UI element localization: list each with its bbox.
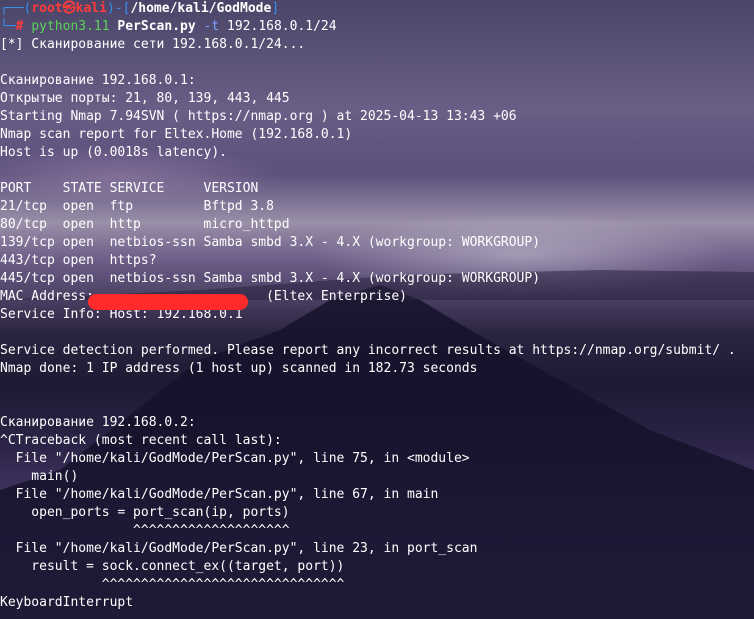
prompt-line-2: └─# python3.11 PerScan.py -t 192.168.0.1… <box>0 18 754 36</box>
output-line: ^CTraceback (most recent call last): <box>0 433 282 448</box>
output-line: ^^^^^^^^^^^^^^^^^^^^ <box>0 523 290 538</box>
prompt-path: /home/kali/GodMode <box>130 1 272 16</box>
prompt-user: root <box>31 1 63 16</box>
output-line: ^^^^^^^^^^^^^^^^^^^^^^^^^^^^^^^ <box>0 577 345 592</box>
output-line: Nmap done: 1 IP address (1 host up) scan… <box>0 361 478 376</box>
prompt-at-symbol: ㉿ <box>62 1 76 16</box>
output-line: File "/home/kali/GodMode/PerScan.py", li… <box>0 451 470 466</box>
output-line: Host is up (0.0018s latency). <box>0 145 227 160</box>
output-line: Starting Nmap 7.94SVN ( https://nmap.org… <box>0 109 517 124</box>
redaction-mark <box>88 294 248 310</box>
output-line: Service detection performed. Please repo… <box>0 343 736 358</box>
prompt-frame-close: ] <box>271 1 280 16</box>
output-line: Сканирование 192.168.0.1: <box>0 73 196 88</box>
output-line: File "/home/kali/GodMode/PerScan.py", li… <box>0 487 439 502</box>
output-line: Открытые порты: 21, 80, 139, 443, 445 <box>0 91 290 106</box>
command-space <box>196 19 204 34</box>
prompt-corner: └─ <box>0 19 16 34</box>
output-line: 21/tcp open ftp Bftpd 3.8 <box>0 199 274 214</box>
command-script: PerScan.py <box>117 19 196 34</box>
output-line: File "/home/kali/GodMode/PerScan.py", li… <box>0 541 478 556</box>
output-line: result = sock.connect_ex((target, port)) <box>0 559 345 574</box>
output-line: KeyboardInterrupt <box>0 595 134 610</box>
output-line: PORT STATE SERVICE VERSION <box>0 181 259 196</box>
output-line: Сканирование 192.168.0.2: <box>0 415 196 430</box>
prompt-frame-mid: )-[ <box>106 1 131 16</box>
output-line: 445/tcp open netbios-ssn Samba smbd 3.X … <box>0 271 541 286</box>
prompt-line-1: ┌──(root㉿kali)-[/home/kali/GodMode] <box>0 0 754 18</box>
output-line: [*] Сканирование сети 192.168.0.1/24... <box>0 37 306 52</box>
output-line: 443/tcp open https? <box>0 253 157 268</box>
prompt-host: kali <box>75 1 107 16</box>
output-line: open_ports = port_scan(ip, ports) <box>0 505 290 520</box>
command-argument: 192.168.0.1/24 <box>227 19 337 34</box>
output-line: Nmap scan report for Eltex.Home (192.168… <box>0 127 353 142</box>
command-option: -t <box>203 19 220 34</box>
command-space <box>219 19 227 34</box>
prompt-hash: # <box>15 19 32 34</box>
output-line: 139/tcp open netbios-ssn Samba smbd 3.X … <box>0 235 541 250</box>
command-name: python3.11 <box>31 19 110 34</box>
prompt-frame-open: ┌──( <box>0 1 32 16</box>
output-line: main() <box>0 469 79 484</box>
output-line: 80/tcp open http micro_httpd <box>0 217 290 232</box>
